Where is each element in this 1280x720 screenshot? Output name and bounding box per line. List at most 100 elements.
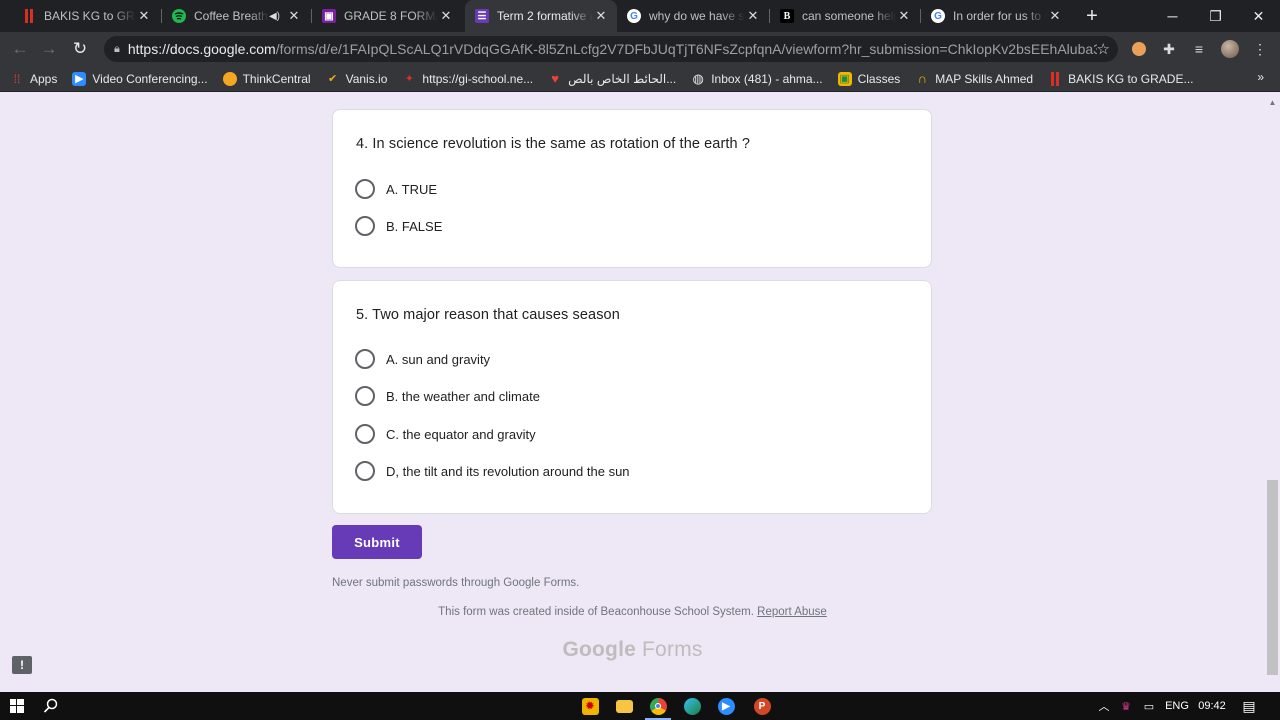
bookmark-label: MAP Skills Ahmed: [935, 71, 1034, 86]
close-icon[interactable]: ✕: [286, 8, 302, 24]
taskbar-file-explorer[interactable]: [607, 692, 641, 720]
profile-avatar[interactable]: [1221, 40, 1239, 58]
option-false[interactable]: B. FALSE: [355, 216, 442, 236]
close-icon[interactable]: ✕: [745, 8, 761, 24]
bookmark-inbox[interactable]: ◍ Inbox (481) - ahma...: [691, 71, 823, 86]
forward-button[interactable]: →: [36, 36, 62, 62]
classroom-icon: ▣: [322, 9, 336, 23]
bookmarks-bar: ⁞⁞ Apps ▶ Video Conferencing... ThinkCentr…: [0, 66, 1280, 92]
bookmark-label: Vanis.io: [345, 71, 388, 86]
bookmark-video[interactable]: ▶ Video Conferencing...: [72, 71, 208, 86]
tab-classroom[interactable]: ▣ GRADE 8 FORMATIVE ✕: [312, 0, 462, 32]
tab-bakis[interactable]: BAKIS KG to GRADE ✕: [12, 0, 160, 32]
edge-icon: [683, 697, 701, 715]
bookmark-classes[interactable]: ▣ Classes: [837, 71, 900, 86]
new-tab-button[interactable]: +: [1080, 4, 1104, 28]
radio-button[interactable]: [355, 424, 375, 444]
media-queue-icon[interactable]: ≡: [1190, 40, 1208, 58]
language-indicator[interactable]: ENG: [1162, 692, 1192, 720]
minimize-icon[interactable]: ─: [1150, 0, 1195, 32]
submit-button[interactable]: Submit: [332, 525, 422, 559]
tray-app-icon[interactable]: ♛: [1117, 692, 1135, 720]
tab-title: GRADE 8 FORMATIVE: [344, 9, 438, 23]
close-icon[interactable]: ✕: [1047, 8, 1063, 24]
taskbar-zoom[interactable]: ▶: [709, 692, 743, 720]
google-forms-logo[interactable]: Google Forms: [0, 638, 1265, 662]
search-icon: [43, 698, 58, 713]
taskbar-app-game[interactable]: ✹: [573, 692, 607, 720]
option-label: A. sun and gravity: [386, 351, 491, 367]
option-b[interactable]: B. the weather and climate: [355, 386, 540, 406]
restore-icon[interactable]: ❐: [1193, 0, 1238, 32]
radio-button[interactable]: [355, 216, 375, 236]
option-label: B. FALSE: [386, 218, 443, 234]
google-icon: G: [931, 9, 945, 23]
bookmark-vanis[interactable]: ✔ Vanis.io: [326, 71, 388, 86]
radio-button[interactable]: [355, 461, 375, 481]
search-button[interactable]: [36, 692, 66, 720]
password-warning: Never submit passwords through Google Fo…: [332, 577, 580, 589]
show-hidden-icons-button[interactable]: ︿: [1095, 692, 1113, 720]
back-button[interactable]: ←: [7, 36, 33, 62]
bookmark-thinkcentral[interactable]: ThinkCentral: [222, 71, 311, 86]
feedback-icon[interactable]: !: [12, 656, 32, 674]
window-close-icon[interactable]: ✕: [1236, 0, 1280, 32]
notifications-icon[interactable]: ▤: [1238, 692, 1260, 720]
extensions-puzzle-icon[interactable]: ✚: [1160, 40, 1178, 58]
close-icon[interactable]: ✕: [593, 8, 609, 24]
scrollbar-thumb[interactable]: [1267, 480, 1278, 675]
option-a[interactable]: A. sun and gravity: [355, 349, 490, 369]
bookmark-map-skills[interactable]: ∩ MAP Skills Ahmed: [915, 71, 1034, 86]
tab-spotify[interactable]: Coffee Breath ◀) ✕: [162, 0, 310, 32]
close-icon[interactable]: ✕: [896, 8, 912, 24]
tab-title: Term 2 formative assessment: [497, 9, 593, 23]
address-bar[interactable]: 🔒︎ https://docs.google.com/forms/d/e/1FA…: [104, 36, 1118, 62]
reload-button[interactable]: ↻: [67, 36, 93, 62]
bookmark-apps[interactable]: ⁞⁞ Apps: [10, 71, 58, 86]
bookmark-gischool[interactable]: ✦ https://gi-school.ne...: [402, 72, 533, 86]
clock[interactable]: 09:42: [1196, 692, 1228, 720]
bookmark-label: ThinkCentral: [242, 71, 311, 86]
option-c[interactable]: C. the equator and gravity: [355, 424, 536, 444]
close-icon[interactable]: ✕: [438, 8, 454, 24]
brainly-icon: B: [780, 9, 794, 23]
tab-title: why do we have seasons: [649, 9, 745, 23]
network-icon[interactable]: ▭: [1140, 692, 1158, 720]
scroll-up-arrow-icon[interactable]: ▲: [1266, 98, 1279, 108]
heart-icon: ♥: [551, 71, 559, 86]
option-label: D, the tilt and its revolution around th…: [386, 463, 630, 479]
bookmark-arabic-wall[interactable]: ♥ الحائط الخاص بالص...: [548, 71, 676, 86]
report-abuse-link[interactable]: Report Abuse: [757, 606, 827, 618]
tab-title: can someone help: [802, 9, 896, 23]
bookmark-label: Apps: [30, 71, 58, 86]
option-label: A. TRUE: [386, 181, 438, 197]
extension-avatar-icon[interactable]: [1130, 40, 1148, 58]
option-label: B. the weather and climate: [386, 388, 540, 404]
option-true[interactable]: A. TRUE: [355, 179, 437, 199]
bookmarks-overflow-button[interactable]: »: [1257, 70, 1264, 84]
logo-forms: Forms: [642, 638, 703, 661]
forms-icon: ☰: [475, 9, 489, 23]
tab-google-seasons[interactable]: G why do we have seasons ✕: [617, 0, 769, 32]
tab-title: In order for us to see: [953, 9, 1047, 23]
taskbar-chrome[interactable]: [641, 692, 675, 720]
radio-button[interactable]: [355, 349, 375, 369]
speaker-icon[interactable]: ◀): [269, 11, 280, 22]
close-icon[interactable]: ✕: [136, 8, 152, 24]
chrome-menu-icon[interactable]: ⋮: [1251, 40, 1269, 58]
url-path: /forms/d/e/1FAIpQLScALQ1rVDdqGGAfK-8l5Zn…: [275, 41, 1097, 57]
logo-google: Google: [562, 638, 636, 661]
option-d[interactable]: D, the tilt and its revolution around th…: [355, 461, 630, 481]
taskbar-edge[interactable]: [675, 692, 709, 720]
tab-brainly[interactable]: B can someone help ✕: [770, 0, 920, 32]
classroom-icon: ▣: [837, 71, 852, 86]
radio-button[interactable]: [355, 179, 375, 199]
tab-forms-active[interactable]: ☰ Term 2 formative assessment ✕: [465, 0, 617, 32]
start-button[interactable]: [0, 692, 34, 720]
bookmark-star-icon[interactable]: ☆: [1097, 40, 1110, 58]
radio-button[interactable]: [355, 386, 375, 406]
tab-google-see[interactable]: G In order for us to see ✕: [921, 0, 1071, 32]
taskbar-powerpoint[interactable]: P: [745, 692, 779, 720]
bookmark-bakis[interactable]: BAKIS KG to GRADE...: [1048, 71, 1193, 86]
gischool-icon: ✦: [404, 73, 415, 85]
